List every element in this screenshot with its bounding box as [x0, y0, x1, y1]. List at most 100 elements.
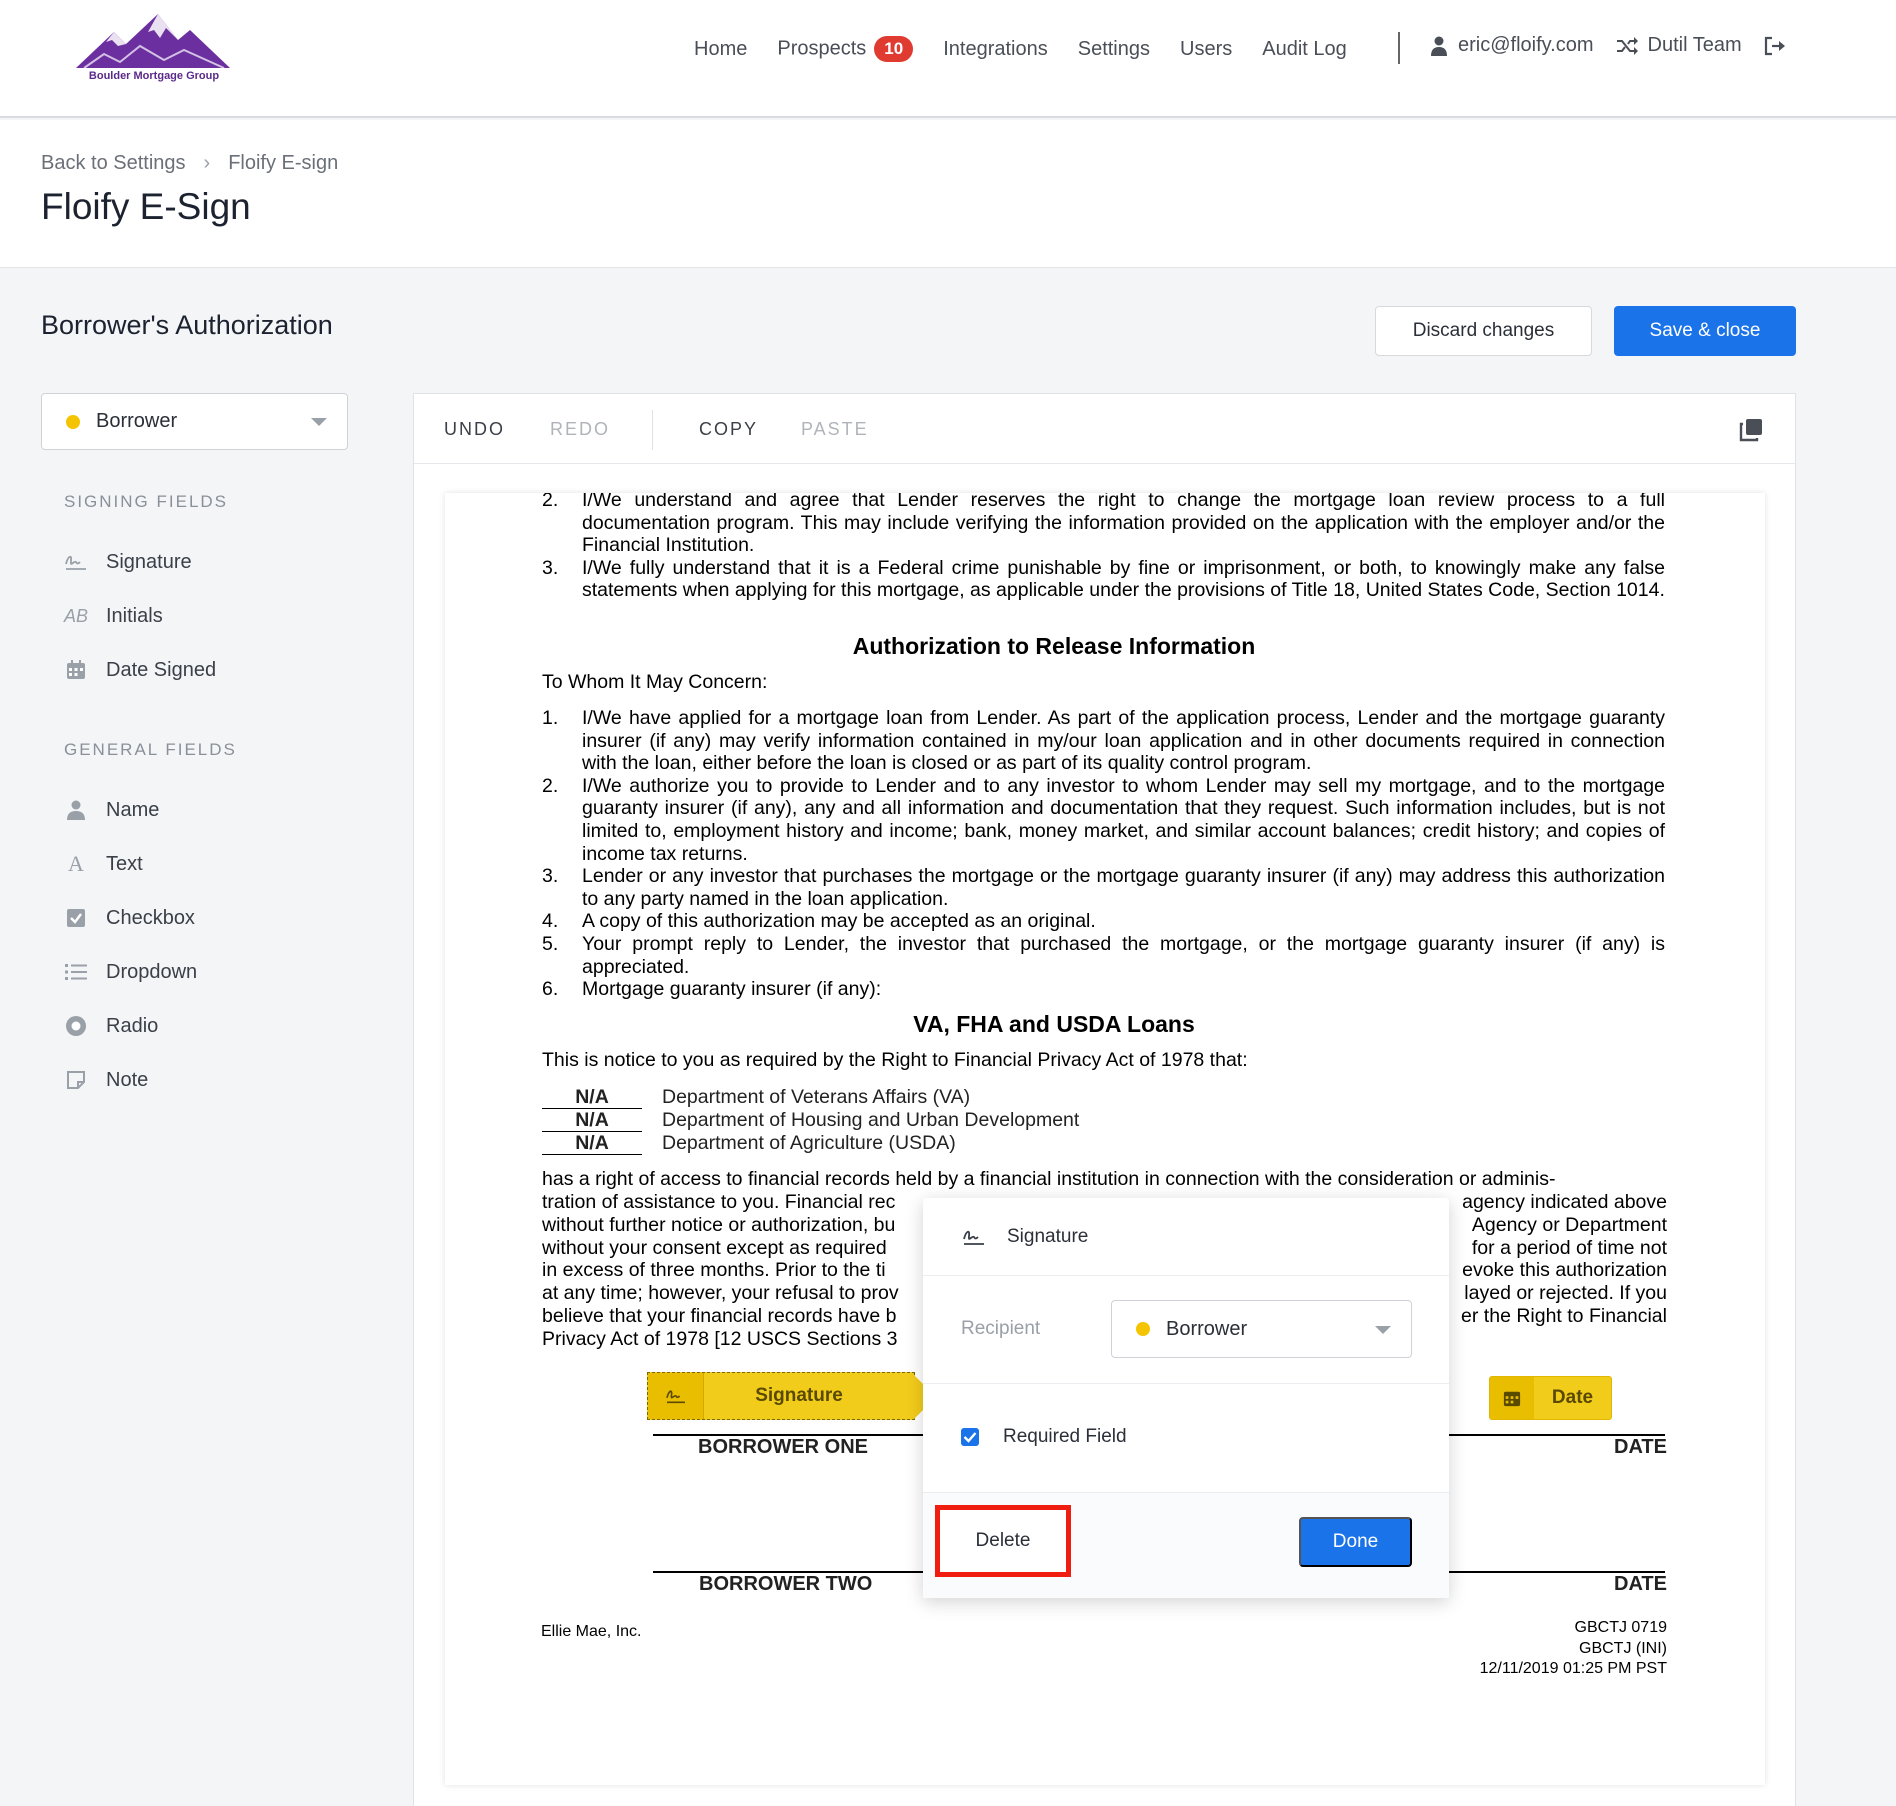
list-icon: [64, 960, 88, 984]
save-close-button[interactable]: Save & close: [1614, 306, 1796, 356]
required-field-label[interactable]: Required Field: [1003, 1426, 1127, 1448]
editor-toolbar: UNDO REDO COPY PASTE: [414, 394, 1795, 464]
page-title: Floify E-Sign: [41, 186, 251, 227]
done-button[interactable]: Done: [1299, 1517, 1412, 1567]
discard-changes-button[interactable]: Discard changes: [1375, 306, 1592, 356]
switch-team-icon[interactable]: [1616, 36, 1638, 55]
popover-recipient-select[interactable]: Borrower: [1111, 1300, 1412, 1358]
field-checkbox-label: Checkbox: [106, 906, 195, 929]
agency-mark: N/A: [542, 1086, 642, 1109]
general-fields-heading: GENERAL FIELDS: [64, 740, 237, 759]
doc-rights-line-end: er the Right to Financial: [1461, 1305, 1667, 1327]
doc-notice: This is notice to you as required by the…: [542, 1049, 1248, 1071]
doc-item-text: I/We fully understand that it is a Feder…: [582, 556, 1665, 602]
doc-item-number: 3.: [542, 865, 559, 888]
duplicate-icon[interactable]: [1739, 418, 1763, 447]
checkbox-icon: [64, 906, 88, 930]
team-name[interactable]: Dutil Team: [1648, 34, 1742, 57]
nav-users[interactable]: Users: [1180, 38, 1232, 61]
agency-mark: N/A: [542, 1132, 642, 1155]
recipient-color-dot: [1136, 1322, 1150, 1336]
breadcrumb-back-link[interactable]: Back to Settings: [41, 152, 186, 174]
agency-name: Department of Veterans Affairs (VA): [662, 1086, 971, 1108]
doc-rights-line-end: layed or rejected. If you: [1464, 1282, 1667, 1304]
doc-item-number: 2.: [542, 493, 559, 511]
date-field-tag[interactable]: Date: [1489, 1376, 1612, 1420]
doc-authorization-list: 1. I/We have applied for a mortgage loan …: [542, 707, 1665, 1001]
copy-button[interactable]: COPY: [699, 419, 758, 440]
nav-prospects[interactable]: Prospects 10: [777, 36, 914, 62]
field-note-label: Note: [106, 1068, 149, 1091]
agency-row: N/A Department of Veterans Affairs (VA): [542, 1086, 970, 1109]
field-text[interactable]: A Text: [64, 849, 143, 879]
doc-rights-line-end: for a period of time not: [1471, 1237, 1667, 1259]
signature-icon: [648, 1373, 704, 1419]
signing-fields-heading: SIGNING FIELDS: [64, 492, 229, 511]
agency-row: N/A Department of Agriculture (USDA): [542, 1132, 956, 1155]
field-name[interactable]: Name: [64, 795, 159, 825]
popover-recipient-value: Borrower: [1166, 1317, 1248, 1340]
field-radio-label: Radio: [106, 1014, 159, 1037]
popover-title: Signature: [1007, 1225, 1089, 1247]
field-signature[interactable]: Signature: [64, 547, 192, 577]
doc-top-list: 2. I/We understand and agree that Lender …: [542, 493, 1665, 602]
company-logo[interactable]: Boulder Mortgage Group: [74, 10, 234, 90]
signature-field-tag[interactable]: Signature: [647, 1372, 936, 1420]
field-radio[interactable]: Radio: [64, 1011, 158, 1041]
person-icon: [64, 798, 88, 822]
doc-rights-line-end: Agency or Department: [1471, 1214, 1667, 1236]
user-email[interactable]: eric@floify.com: [1458, 34, 1594, 57]
toolbar-divider: [652, 410, 653, 450]
popover-header: Signature: [923, 1198, 1449, 1276]
field-date-signed-label: Date Signed: [106, 658, 217, 681]
field-checkbox[interactable]: Checkbox: [64, 903, 195, 933]
popover-recipient-row: Recipient Borrower: [923, 1276, 1449, 1384]
recipient-select[interactable]: Borrower: [41, 393, 348, 450]
doc-rights-line: Privacy Act of 1978 [12 USCS Sections 3: [542, 1328, 898, 1350]
doc-footer-code: GBCTJ 0719: [1574, 1619, 1667, 1636]
doc-rights-line: tration of assistance to you. Financial …: [542, 1191, 896, 1213]
date-label: DATE: [1614, 1436, 1667, 1458]
page-header: Back to Settings › Floify E-sign Floify E-…: [0, 120, 1896, 268]
nav-prospects-label: Prospects: [777, 37, 867, 60]
nav-home[interactable]: Home: [694, 38, 747, 61]
nav-audit-log[interactable]: Audit Log: [1262, 38, 1347, 61]
borrower-one-label: BORROWER ONE: [698, 1436, 868, 1458]
calendar-icon: [64, 658, 88, 682]
field-text-label: Text: [106, 852, 143, 875]
paste-button[interactable]: PASTE: [801, 419, 869, 440]
doc-list-item: 3. Lender or any investor that purchases …: [542, 865, 1665, 910]
chevron-down-icon: [311, 418, 327, 426]
doc-list-item: 2. I/We understand and agree that Lender …: [542, 493, 1665, 557]
field-dropdown[interactable]: Dropdown: [64, 957, 197, 987]
required-field-checkbox[interactable]: [961, 1428, 979, 1446]
redo-button[interactable]: REDO: [550, 419, 610, 440]
nav-settings[interactable]: Settings: [1078, 38, 1150, 61]
field-date-signed[interactable]: Date Signed: [64, 655, 216, 685]
signature-tag-label: Signature: [755, 1385, 843, 1406]
field-name-label: Name: [106, 798, 160, 821]
nav-integrations[interactable]: Integrations: [943, 38, 1048, 61]
logout-icon[interactable]: [1764, 36, 1786, 56]
date-label: DATE: [1614, 1573, 1667, 1595]
field-initials[interactable]: AB Initials: [64, 601, 163, 631]
main-menu: Home Prospects 10 Integrations Settings U…: [694, 34, 1377, 64]
field-properties-popover: Signature Recipient Borrower Required Fi…: [923, 1198, 1449, 1598]
undo-button[interactable]: UNDO: [444, 419, 505, 440]
user-icon: [1430, 36, 1448, 56]
breadcrumb-current: Floify E-sign: [228, 152, 339, 174]
doc-item-number: 6.: [542, 978, 559, 1001]
doc-rights-line: in excess of three months. Prior to the …: [542, 1259, 886, 1281]
breadcrumb-chevron-icon: ›: [203, 152, 211, 174]
chevron-down-icon: [1375, 1326, 1391, 1334]
recipient-label: Recipient: [961, 1318, 1041, 1339]
doc-rights-line: without further notice or authorization,…: [542, 1214, 896, 1236]
calendar-icon: [1490, 1377, 1534, 1419]
agency-mark: N/A: [542, 1109, 642, 1132]
doc-heading-authorization: Authorization to Release Information: [852, 633, 1256, 659]
doc-item-text: I/We authorize you to provide to Lender …: [582, 774, 1665, 865]
agency-name: Department of Housing and Urban Developm…: [662, 1109, 1080, 1131]
radio-icon: [64, 1014, 88, 1038]
field-note[interactable]: Note: [64, 1065, 148, 1095]
delete-button[interactable]: Delete: [935, 1505, 1071, 1577]
